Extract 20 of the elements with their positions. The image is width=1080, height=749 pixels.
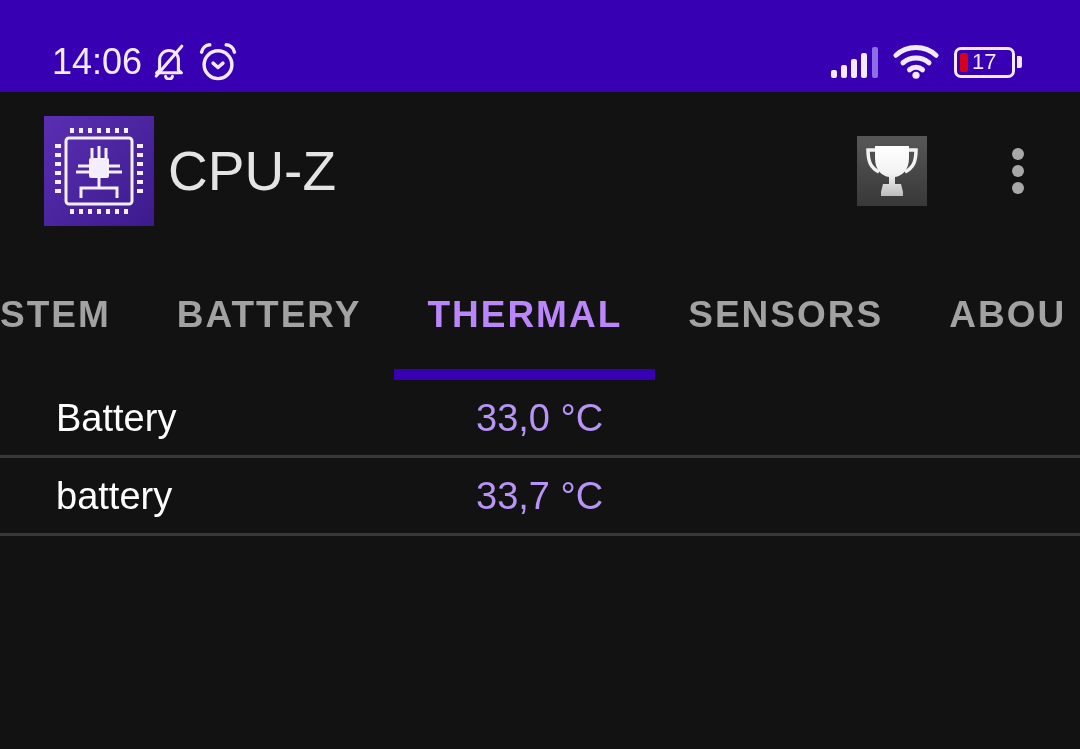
chip-logo-icon xyxy=(44,116,154,226)
signal-icon xyxy=(831,46,878,78)
battery-percentage: 17 xyxy=(972,51,997,73)
app-title: CPU-Z xyxy=(168,143,337,199)
tab[interactable]: THERMAL xyxy=(394,250,656,380)
more-icon xyxy=(1012,148,1024,194)
tab[interactable]: ABOU xyxy=(916,250,1080,380)
status-time: 14:06 xyxy=(52,40,143,84)
trophy-button[interactable] xyxy=(857,136,927,206)
temperature-value: 33,7 °C xyxy=(476,476,605,515)
alarm-clock-icon xyxy=(199,43,238,81)
tab[interactable]: STEM xyxy=(0,250,144,380)
trophy-icon xyxy=(865,146,919,196)
sensor-name: battery xyxy=(56,476,174,515)
wifi-icon xyxy=(893,44,939,80)
sensor-name: Battery xyxy=(56,398,178,437)
tab[interactable]: SENSORS xyxy=(655,250,917,380)
temperature-value: 33,0 °C xyxy=(476,398,605,437)
tab[interactable]: BATTERY xyxy=(143,250,395,380)
battery-fill-icon xyxy=(960,52,968,72)
